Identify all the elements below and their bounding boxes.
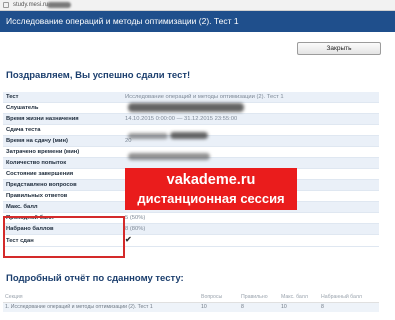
- report-cell-max: 10: [279, 302, 319, 312]
- row-label: Затрачено времени (мин): [3, 146, 122, 158]
- column-header: Правильно: [239, 293, 279, 303]
- column-header: Секция: [3, 293, 199, 303]
- close-button[interactable]: Закрыть: [297, 42, 381, 55]
- row-value: 14.10.2015 0:00:00 — 31.12.2015 23:55:00: [122, 113, 379, 125]
- row-label: Время на сдачу (мин): [3, 135, 122, 147]
- column-header: Макс. балл: [279, 293, 319, 303]
- row-label: Время жизни назначения: [3, 113, 122, 125]
- score-highlight-box: [3, 216, 125, 258]
- row-value: 8 (80%): [122, 223, 379, 235]
- redacted-url-smudge: [47, 2, 71, 8]
- row-label: Слушатель: [3, 102, 122, 114]
- row-label: Сдача теста: [3, 124, 122, 136]
- report-cell-score: 8: [319, 302, 379, 312]
- row-label: Тест: [3, 92, 122, 103]
- watermark-site: vakademe.ru: [166, 172, 256, 188]
- report-cell-questions: 10: [199, 302, 239, 312]
- redaction-smudge: [128, 133, 168, 139]
- row-label: Количество попыток: [3, 157, 122, 169]
- page-title: Исследование операций и методы оптимизац…: [6, 16, 239, 26]
- table-row: Время жизни назначения 14.10.2015 0:00:0…: [3, 113, 379, 125]
- lock-icon: [3, 2, 9, 8]
- report-table: Секция Вопросы Правильно Макс. балл Набр…: [3, 293, 379, 312]
- column-header: Набранный балл: [319, 293, 379, 303]
- checkmark-icon: ✔: [125, 235, 132, 244]
- row-value: 5 (50%): [122, 212, 379, 224]
- watermark-caption: дистанционная сессия: [137, 191, 285, 206]
- column-header: Вопросы: [199, 293, 239, 303]
- row-label: Макс. балл: [3, 201, 122, 213]
- watermark-banner: vakademe.ru дистанционная сессия: [125, 168, 297, 210]
- table-row: Тест Исследование операций и методы опти…: [3, 92, 379, 103]
- row-label: Представлено вопросов: [3, 179, 122, 191]
- redaction-smudge: [128, 103, 244, 112]
- success-message: Поздравляем, Вы успешно сдали тест!: [6, 70, 191, 81]
- report-cell-section: 1. Исследование операций и методы оптими…: [3, 302, 199, 312]
- redaction-smudge: [170, 132, 208, 139]
- browser-address-bar[interactable]: study.mesi.ru: [0, 0, 395, 11]
- table-row: 1. Исследование операций и методы оптими…: [3, 302, 379, 312]
- redaction-smudge: [128, 153, 210, 160]
- report-header-row: Секция Вопросы Правильно Макс. балл Набр…: [3, 293, 379, 303]
- page-header: Исследование операций и методы оптимизац…: [0, 11, 395, 32]
- report-cell-correct: 8: [239, 302, 279, 312]
- row-value: Исследование операций и методы оптимизац…: [122, 92, 379, 103]
- url-text[interactable]: study.mesi.ru: [13, 0, 48, 10]
- row-label: Правильных ответов: [3, 190, 122, 202]
- report-title: Подробный отчёт по сданному тесту:: [6, 273, 184, 284]
- row-label: Состояние завершения: [3, 168, 122, 180]
